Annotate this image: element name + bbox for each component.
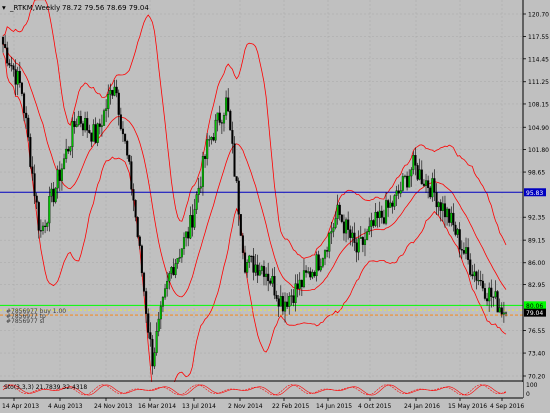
price-tick: 101.80 xyxy=(523,147,549,154)
price-tick: 104.90 xyxy=(523,125,549,132)
candle xyxy=(239,214,242,236)
time-label: 14 Apr 2013 xyxy=(2,403,39,410)
price-label: 117.55 xyxy=(528,34,549,41)
candle xyxy=(54,187,57,204)
price-tick: 114.45 xyxy=(523,56,549,63)
candle xyxy=(416,162,419,182)
price-axis[interactable]: 120.70 117.55 114.45 111.25 108.15 104.90 101.… xyxy=(523,12,549,381)
price-tick: 86.00 xyxy=(523,260,545,267)
price-label: 120.70 xyxy=(528,12,549,19)
time-label: 22 Feb 2015 xyxy=(272,403,310,410)
chart-window[interactable]: ▾ _RTKM,Weekly 78.72 79.56 78.69 79.04 #… xyxy=(0,0,550,413)
price-label: 101.80 xyxy=(528,147,549,154)
price-label: 86.00 xyxy=(528,260,545,267)
price-tick: 82.95 xyxy=(523,282,545,289)
time-label: 16 Mar 2014 xyxy=(138,403,176,410)
price-label-blue: 95.83 xyxy=(526,190,543,197)
price-tick: 117.55 xyxy=(523,34,549,41)
candle xyxy=(140,244,143,277)
time-label: 15 May 2016 xyxy=(448,403,487,410)
price-tick: 120.70 xyxy=(523,12,549,19)
price-label: 73.40 xyxy=(528,351,545,358)
candle xyxy=(29,133,32,169)
price-label: 111.25 xyxy=(528,79,549,86)
time-label: 14 Jun 2015 xyxy=(316,403,352,410)
ohlc-values: 78.72 79.56 78.69 79.04 xyxy=(62,4,149,12)
time-label: 4 Aug 2013 xyxy=(48,403,83,410)
indicator-label: Sto(3,3,3) 21.7839 32.4318 xyxy=(4,384,87,391)
price-label-current: 79.04 xyxy=(526,310,543,317)
price-tick: 70.20 xyxy=(523,374,545,381)
candle xyxy=(229,109,232,131)
price-tick: 92.35 xyxy=(523,215,545,222)
chart-canvas[interactable]: ▾ _RTKM,Weekly 78.72 79.56 78.69 79.04 #… xyxy=(0,0,550,413)
price-label: 114.45 xyxy=(528,56,549,63)
candle xyxy=(496,290,499,313)
price-label: 89.15 xyxy=(528,238,545,245)
order-label-sl[interactable]: #7856977 sl xyxy=(6,318,45,325)
indicator-scale-top: 100 xyxy=(526,382,538,389)
price-tick: 108.15 xyxy=(523,101,549,108)
price-tick: 111.25 xyxy=(523,79,549,86)
price-tick: 95.83 xyxy=(524,188,546,197)
price-label: 92.35 xyxy=(528,215,545,222)
price-label: 108.15 xyxy=(528,101,549,108)
candle xyxy=(136,216,139,239)
candle xyxy=(340,214,343,224)
indicator-scale-bottom: 0 xyxy=(526,391,530,398)
price-label: 104.90 xyxy=(528,125,549,132)
price-tick: 80.06 xyxy=(524,301,546,310)
symbol-dropdown-icon[interactable]: ▾ xyxy=(2,3,6,12)
symbol-header: _RTKM,Weekly xyxy=(9,4,60,12)
price-tick: 98.65 xyxy=(523,170,545,177)
price-tick: 89.15 xyxy=(523,238,545,245)
time-label: 2 Nov 2014 xyxy=(228,403,263,410)
price-tick: 79.04 xyxy=(524,308,546,317)
time-label: 13 Jul 2014 xyxy=(182,403,216,410)
time-label: 4 Sep 2016 xyxy=(490,403,524,410)
price-tick: 76.55 xyxy=(523,328,545,335)
price-label: 70.20 xyxy=(528,374,545,381)
price-tick: 73.40 xyxy=(523,351,545,358)
time-axis[interactable]: 14 Apr 2013 4 Aug 2013 24 Nov 2013 16 Mar 2… xyxy=(2,398,524,410)
candle xyxy=(102,108,106,126)
candle xyxy=(27,114,30,142)
main-plot-area[interactable] xyxy=(0,0,523,381)
price-label: 98.65 xyxy=(528,170,545,177)
candle xyxy=(96,122,99,147)
price-label: 82.95 xyxy=(528,282,545,289)
time-label: 4 Oct 2015 xyxy=(358,403,391,410)
price-label: 76.55 xyxy=(528,328,545,335)
time-label: 24 Nov 2013 xyxy=(94,403,133,410)
time-label: 24 Jan 2016 xyxy=(404,403,440,410)
